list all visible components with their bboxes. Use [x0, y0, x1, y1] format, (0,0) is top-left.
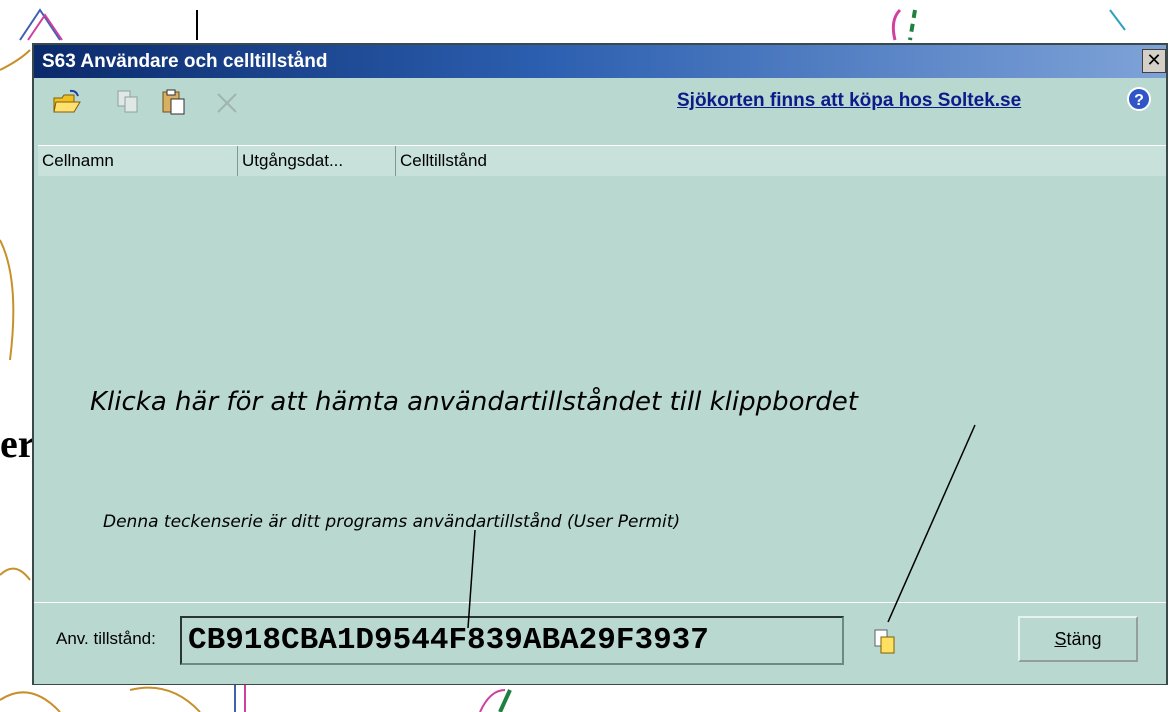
chart-contour [0, 239, 15, 361]
help-icon[interactable]: ? [1126, 86, 1152, 112]
chart-contour [1109, 9, 1126, 31]
chart-contour [0, 691, 61, 712]
copy-icon[interactable] [114, 88, 144, 116]
permit-bar: Anv. tillstånd: CB918CBA1D9544F839ABA29F… [34, 602, 1166, 684]
svg-text:?: ? [1134, 92, 1144, 109]
delete-icon[interactable] [212, 88, 242, 116]
column-header-celltillstand[interactable]: Celltillstånd [396, 146, 1166, 176]
close-button-mnemonic: S [1054, 629, 1067, 649]
window-close-button[interactable]: ✕ [1142, 49, 1166, 73]
close-button[interactable]: Stäng [1018, 616, 1138, 662]
title-bar[interactable]: S63 Användare och celltillstånd ✕ [34, 45, 1166, 78]
column-header-expiry[interactable]: Utgångsdat... [238, 146, 396, 176]
table-header: Cellnamn Utgångsdat... Celltillstånd [38, 145, 1166, 177]
chart-contour [891, 8, 902, 41]
chart-contour [0, 567, 31, 581]
annotation-permit: Denna teckenserie är ditt programs använ… [103, 512, 681, 532]
permit-dialog: S63 Användare och celltillstånd ✕ Sjökor… [32, 43, 1168, 685]
chart-contour [129, 686, 201, 712]
open-folder-icon[interactable] [52, 88, 82, 116]
paste-icon[interactable] [159, 88, 189, 116]
chart-text: er [0, 421, 36, 466]
chart-line [498, 689, 512, 712]
close-button-label: täng [1066, 629, 1102, 649]
window-title: S63 Användare och celltillstånd [42, 51, 328, 72]
permit-label: Anv. tillstånd: [56, 629, 156, 648]
soltek-link[interactable]: Sjökorten finns att köpa hos Soltek.se [677, 90, 1021, 112]
annotation-clipboard: Klicka här för att hämta användartillstå… [90, 387, 858, 417]
chart-contour [0, 49, 31, 71]
copy-to-clipboard-icon[interactable] [872, 627, 898, 657]
chart-line [908, 9, 917, 41]
column-header-cellnamn[interactable]: Cellnamn [38, 146, 238, 176]
toolbar: Sjökorten finns att köpa hos Soltek.se ? [34, 78, 1166, 125]
user-permit-field[interactable]: CB918CBA1D9544F839ABA29F3937 [180, 616, 844, 665]
chart-contour [19, 8, 61, 41]
